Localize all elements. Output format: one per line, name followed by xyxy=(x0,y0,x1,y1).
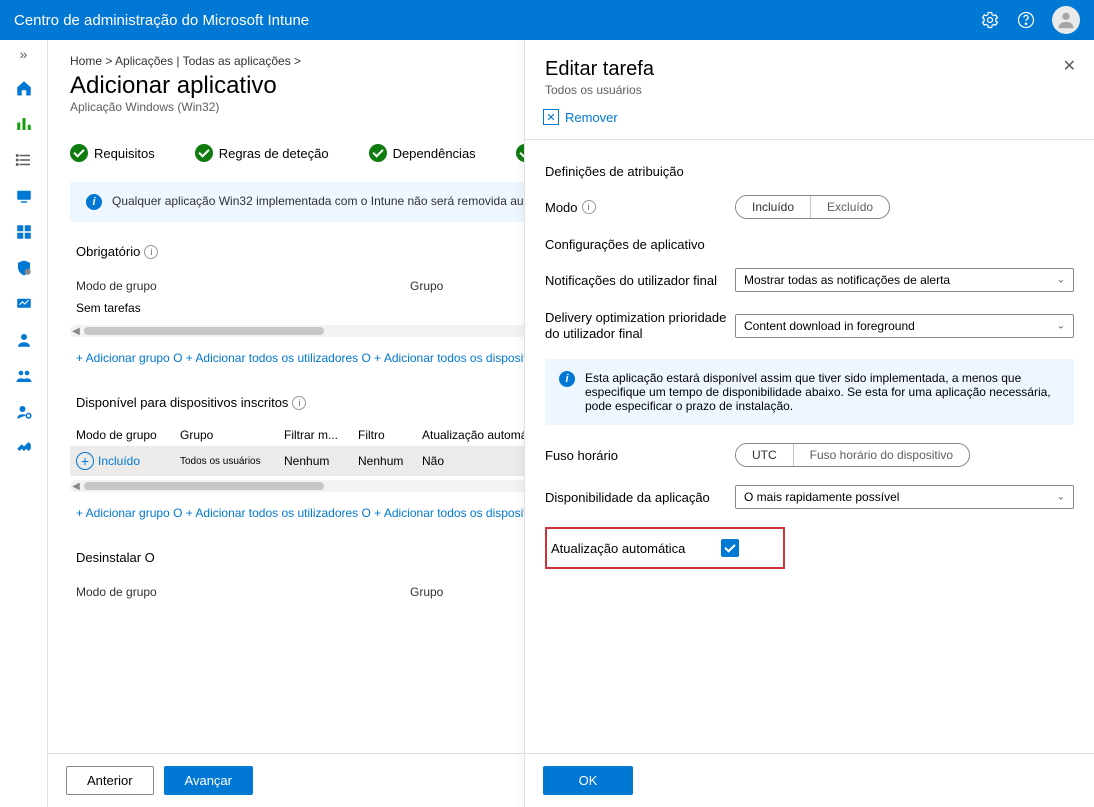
step-requirements[interactable]: Requisitos xyxy=(70,144,155,162)
step-detection[interactable]: Regras de deteção xyxy=(195,144,329,162)
chevron-down-icon: ⌄ xyxy=(1057,320,1065,331)
check-icon xyxy=(70,144,88,162)
notifications-select[interactable]: Mostrar todas as notificações de alerta⌄ xyxy=(735,268,1074,292)
plus-icon: + xyxy=(76,452,94,470)
avatar[interactable] xyxy=(1052,6,1080,34)
delivery-select[interactable]: Content download in foreground⌄ xyxy=(735,314,1074,338)
auto-update-label: Atualização automática xyxy=(551,541,721,556)
appcfg-header: Configurações de aplicativo xyxy=(545,237,1074,252)
delivery-label: Delivery optimization prioridade do util… xyxy=(545,310,735,341)
availability-label: Disponibilidade da aplicação xyxy=(545,490,735,505)
hint-icon[interactable]: i xyxy=(144,245,158,259)
auto-update-checkbox[interactable] xyxy=(721,539,739,557)
check-icon xyxy=(195,144,213,162)
crumb-home[interactable]: Home > xyxy=(70,54,112,68)
tz-device[interactable]: Fuso horário do dispositivo xyxy=(794,444,969,466)
edit-panel: Editar tarefa Todos os usuários ✕ ✕ Remo… xyxy=(524,40,1094,807)
mode-label: Modo xyxy=(545,200,578,215)
nav-apps[interactable] xyxy=(8,216,40,248)
nav-devices[interactable] xyxy=(8,180,40,212)
help-icon[interactable] xyxy=(1016,10,1036,30)
panel-title: Editar tarefa xyxy=(545,58,1074,81)
notifications-label: Notificações do utilizador final xyxy=(545,273,735,288)
mode-excluded[interactable]: Excluído xyxy=(811,196,889,218)
nav-groups[interactable] xyxy=(8,360,40,392)
previous-button[interactable]: Anterior xyxy=(66,766,154,795)
topbar: Centro de administração do Microsoft Int… xyxy=(0,0,1094,40)
ok-button[interactable]: OK xyxy=(543,766,633,795)
info-icon: i xyxy=(86,194,102,210)
hint-icon[interactable]: i xyxy=(582,200,596,214)
timezone-label: Fuso horário xyxy=(545,448,735,463)
close-icon[interactable]: ✕ xyxy=(1063,56,1076,76)
nav-home[interactable] xyxy=(8,72,40,104)
x-icon: ✕ xyxy=(543,109,559,125)
sidebar: » xyxy=(0,40,48,807)
collapse-icon[interactable]: » xyxy=(20,46,28,62)
nav-reports[interactable] xyxy=(8,288,40,320)
timezone-toggle[interactable]: UTC Fuso horário do dispositivo xyxy=(735,443,970,467)
mode-included[interactable]: Incluído xyxy=(736,196,810,218)
nav-list[interactable] xyxy=(8,144,40,176)
tz-utc[interactable]: UTC xyxy=(736,444,793,466)
info-icon: i xyxy=(559,371,575,387)
crumb-apps[interactable]: Aplicações | Todas as aplicações > xyxy=(115,54,301,68)
chevron-down-icon: ⌄ xyxy=(1057,492,1065,503)
nav-users[interactable] xyxy=(8,324,40,356)
availability-select[interactable]: O mais rapidamente possível⌄ xyxy=(735,485,1074,509)
assignment-header: Definições de atribuição xyxy=(545,164,1074,179)
hint-icon[interactable]: i xyxy=(292,396,306,410)
panel-subtitle: Todos os usuários xyxy=(545,83,1074,97)
mode-toggle[interactable]: Incluído Excluído xyxy=(735,195,890,219)
check-icon xyxy=(369,144,387,162)
step-dependencies[interactable]: Dependências xyxy=(369,144,476,162)
chevron-down-icon: ⌄ xyxy=(1057,275,1065,286)
nav-dashboard[interactable] xyxy=(8,108,40,140)
auto-update-highlight: Atualização automática xyxy=(545,527,785,569)
nav-security[interactable] xyxy=(8,252,40,284)
nav-tenant[interactable] xyxy=(8,396,40,428)
panel-info-banner: i Esta aplicação estará disponível assim… xyxy=(545,359,1074,425)
gear-icon[interactable] xyxy=(980,10,1000,30)
next-button[interactable]: Avançar xyxy=(164,766,253,795)
remove-button[interactable]: ✕ Remover xyxy=(525,103,1094,140)
nav-troubleshoot[interactable] xyxy=(8,432,40,464)
app-title: Centro de administração do Microsoft Int… xyxy=(14,12,980,29)
